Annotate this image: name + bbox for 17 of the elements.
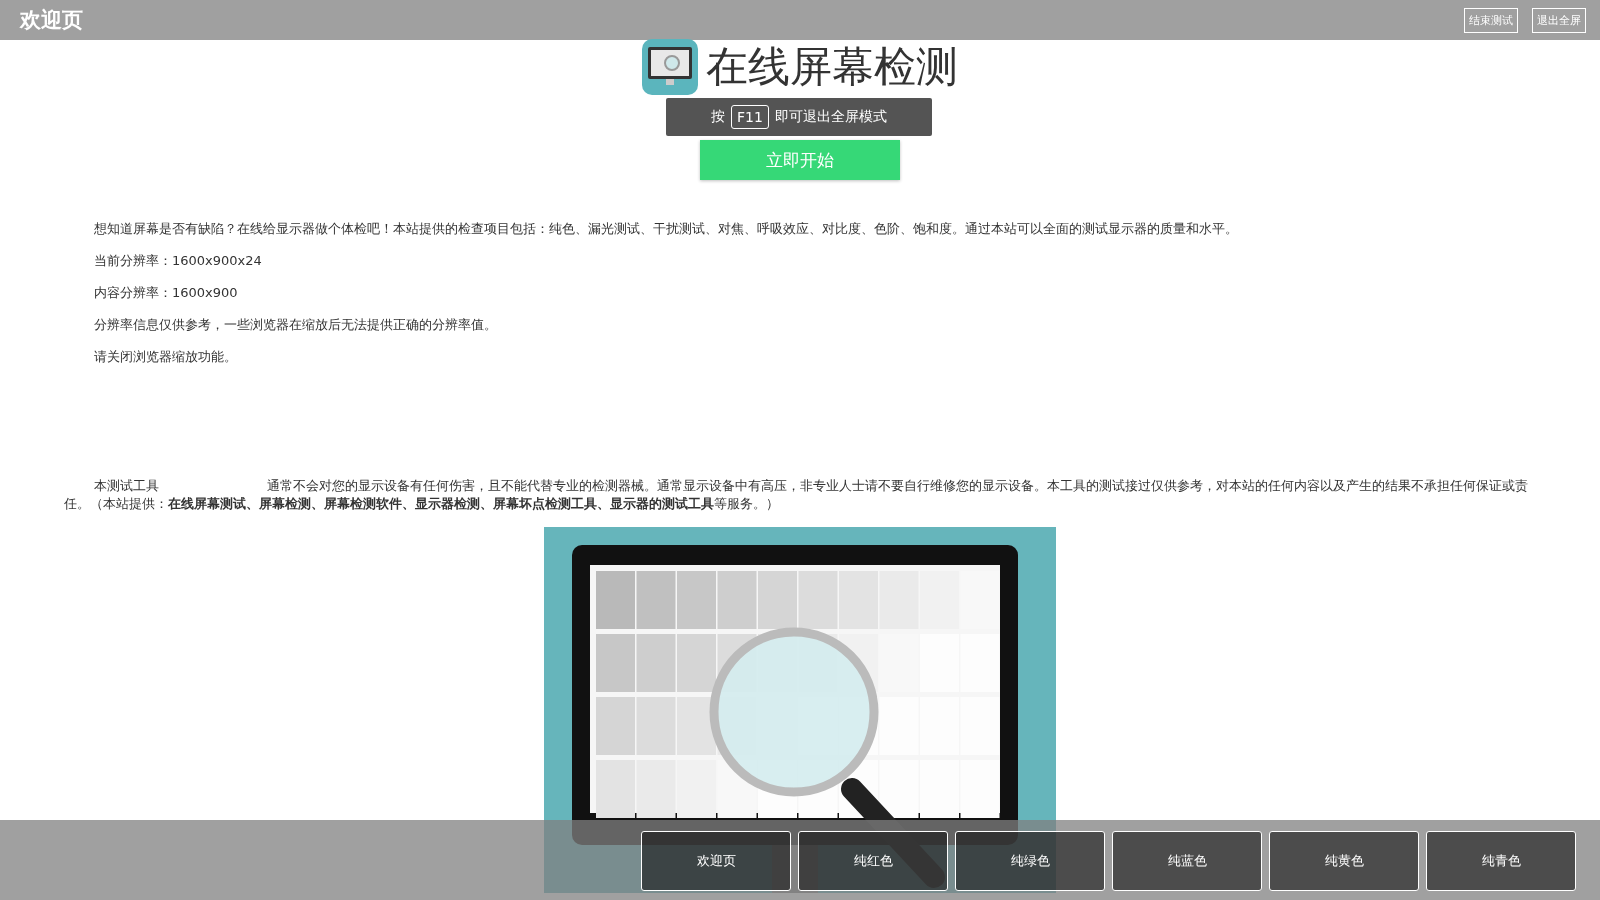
disclaimer-text: 本测试工具 通常不会对您的显示设备有任何伤害，且不能代替专业的检测器械。通常显示设备中有高压，非专业人士请不要自行维修您的显示设备。本工具的测试接过仅供参考，对本站的任何内容以及产生的结果不承担任何保证或责任。（本站提供：在线屏幕测试、屏幕检测、屏幕检测软件、显示器检测、屏幕坏点检测工具、显示器的测试工具等服务。） <box>64 477 1529 513</box>
toast-text: 即可退出全屏模式 <box>774 108 887 126</box>
color-test-button[interactable]: 纯黄色 <box>1269 831 1419 891</box>
color-test-button[interactable]: 纯青色 <box>1426 831 1576 891</box>
info-text: 当前分辨率：1600x900x24 <box>94 252 263 269</box>
info-text: 想知道屏幕是否有缺陷？在线给显示器做个体检吧！本站提供的检查项目包括：纯色、漏光测试、干扰测试、对焦、呼吸效应、对比度、色阶、饱和度。通过本站可以全面的测试显示器的质量和水平。 <box>94 220 1239 237</box>
page-title: 欢迎页 <box>20 7 83 34</box>
color-test-button[interactable]: 纯蓝色 <box>1112 831 1262 891</box>
key-badge: F11 <box>731 105 769 129</box>
color-test-button[interactable]: 纯绿色 <box>955 831 1105 891</box>
info-text: 请关闭浏览器缩放功能。 <box>94 348 238 365</box>
toast-text: 按 <box>711 108 726 126</box>
color-test-button[interactable]: 欢迎页 <box>641 831 791 891</box>
info-text: 分辨率信息仅供参考，一些浏览器在缩放后无法提供正确的分辨率值。 <box>94 316 498 333</box>
info-text: 内容分辨率：1600x900 <box>94 284 239 301</box>
site-title: 在线屏幕检测 <box>706 41 958 93</box>
color-test-button[interactable]: 纯红色 <box>798 831 948 891</box>
